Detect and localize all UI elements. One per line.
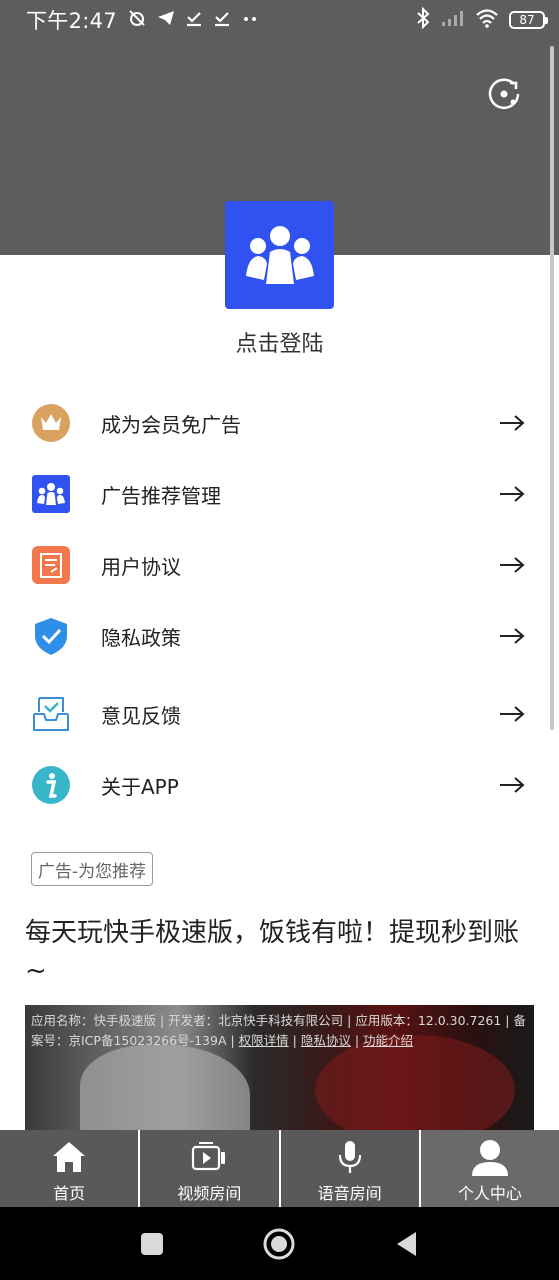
status-bar: 下午2:47 87	[0, 0, 559, 40]
privacy-agreement-link[interactable]: 隐私协议	[301, 1033, 351, 1048]
menu-label-feedback: 意见反馈	[101, 703, 181, 728]
separator: |	[288, 1033, 301, 1048]
download-done-icon	[185, 9, 203, 31]
inbox-icon	[31, 694, 71, 734]
shield-check-icon	[31, 616, 71, 656]
avatar[interactable]	[225, 201, 334, 309]
signal-icon	[441, 9, 465, 31]
back-triangle-icon	[397, 1232, 416, 1256]
info-icon	[31, 765, 71, 805]
battery-indicator: 87	[509, 11, 548, 29]
arrow-right-icon	[498, 626, 526, 646]
tab-home-label: 首页	[53, 1184, 86, 1203]
settings-button[interactable]	[484, 74, 524, 114]
menu-item-vip[interactable]: 成为会员免广告	[0, 393, 559, 453]
menu-label-ad-management: 广告推荐管理	[101, 483, 221, 508]
menu-label-user-agreement: 用户协议	[101, 554, 181, 579]
tab-home[interactable]: 首页	[0, 1130, 141, 1207]
tab-personal-center[interactable]: 个人中心	[420, 1130, 559, 1207]
square-icon	[141, 1233, 163, 1255]
menu-item-user-agreement[interactable]: 用户协议	[0, 535, 559, 595]
bluetooth-icon	[415, 6, 431, 33]
arrow-right-icon	[498, 484, 526, 504]
person-icon	[470, 1138, 510, 1176]
feature-intro-link[interactable]: 功能介绍	[363, 1033, 413, 1048]
home-icon	[49, 1138, 89, 1176]
tab-video-room[interactable]: 视频房间	[140, 1130, 281, 1207]
bottom-nav: 首页 视频房间 语音房间 个人中心	[0, 1130, 559, 1207]
ad-title[interactable]: 每天玩快手极速版，饭钱有啦！提现秒到账~	[25, 914, 540, 990]
circle-icon	[263, 1228, 295, 1260]
more-dots-icon	[241, 9, 259, 31]
download-done-icon	[213, 9, 231, 31]
system-navigation-bar	[0, 1207, 559, 1280]
arrow-right-icon	[498, 555, 526, 575]
people-icon	[31, 474, 71, 514]
tab-video-room-label: 视频房间	[177, 1184, 242, 1203]
ad-image-shape	[80, 1045, 250, 1131]
menu-item-privacy-policy[interactable]: 隐私政策	[0, 606, 559, 666]
document-icon	[31, 545, 71, 585]
separator: |	[350, 1033, 364, 1048]
ad-image[interactable]: 应用名称：快手极速版 | 开发者：北京快手科技有限公司 | 应用版本：12.0.…	[25, 1005, 534, 1131]
microphone-icon	[330, 1138, 370, 1176]
mute-alarm-icon	[127, 8, 147, 32]
refresh-settings-icon	[488, 78, 520, 110]
status-time: 下午2:47	[26, 9, 117, 33]
recent-apps-button[interactable]	[135, 1227, 169, 1261]
telegram-icon	[157, 9, 175, 31]
menu-label-vip: 成为会员免广告	[101, 412, 241, 437]
arrow-right-icon	[498, 413, 526, 433]
ad-tag: 广告-为您推荐	[31, 852, 154, 886]
back-button[interactable]	[390, 1227, 424, 1261]
tab-personal-center-label: 个人中心	[457, 1184, 522, 1203]
menu-label-about: 关于APP	[101, 774, 179, 799]
wifi-icon	[475, 8, 499, 32]
tab-voice-room[interactable]: 语音房间	[281, 1130, 421, 1207]
ad-disclaimer: 应用名称：快手极速版 | 开发者：北京快手科技有限公司 | 应用版本：12.0.…	[31, 1011, 531, 1051]
crown-icon	[31, 403, 71, 443]
menu-label-privacy-policy: 隐私政策	[101, 625, 181, 650]
video-play-icon	[189, 1138, 229, 1176]
tab-voice-room-label: 语音房间	[317, 1184, 382, 1203]
people-icon	[245, 226, 314, 284]
login-prompt[interactable]: 点击登陆	[0, 326, 559, 358]
arrow-right-icon	[498, 775, 526, 795]
home-button[interactable]	[262, 1227, 296, 1261]
menu-item-feedback[interactable]: 意见反馈	[0, 684, 559, 744]
arrow-right-icon	[498, 704, 526, 724]
permissions-link[interactable]: 权限详情	[239, 1033, 289, 1048]
menu-item-ad-management[interactable]: 广告推荐管理	[0, 464, 559, 524]
menu-item-about[interactable]: 关于APP	[0, 755, 559, 815]
